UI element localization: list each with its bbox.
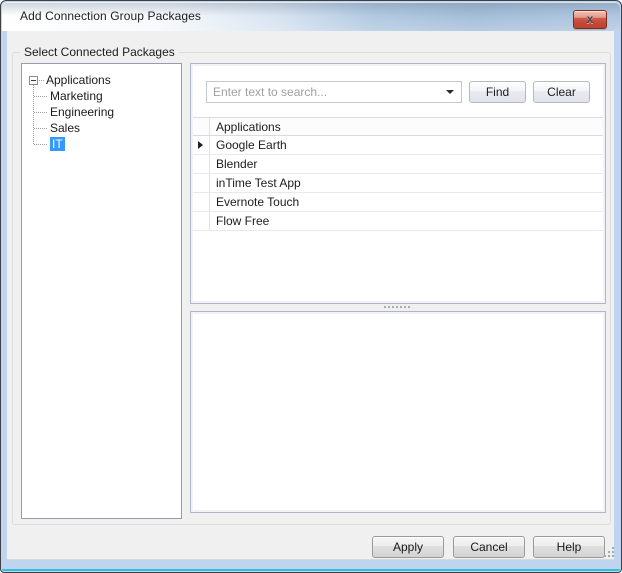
clear-button[interactable]: Clear [533,81,590,103]
tree-node-engineering[interactable]: Engineering [50,104,114,120]
minus-glyph [31,80,36,81]
close-icon: x [586,12,594,26]
package-tree[interactable]: Applications Marketing Engineering Sales… [21,63,182,519]
grid-row-flow-free[interactable]: Flow Free [193,212,603,231]
tree-node-it-selected[interactable]: IT [50,136,65,152]
window-bottom-glow [2,569,620,571]
grid-row-evernote-touch[interactable]: Evernote Touch [193,193,603,212]
help-button[interactable]: Help [533,536,605,558]
chevron-down-icon[interactable] [446,90,454,94]
selected-packages-panel [190,311,606,513]
search-row: Find Clear [191,81,605,103]
grid-row-google-earth[interactable]: Google Earth [193,136,603,155]
grid-row-gutter [193,193,210,211]
splitter-handle[interactable] [190,304,606,311]
grid-row-gutter [193,174,210,192]
tree-node-applications[interactable]: Applications [46,72,111,88]
tree-node-label: Sales [50,121,81,135]
tree-connector-hline [34,96,47,97]
grid-header-gutter [193,118,210,135]
title-bar[interactable]: Add Connection Group Packages x [2,2,620,31]
current-row-arrow-icon [198,141,203,149]
grid-cell[interactable]: inTime Test App [210,174,603,192]
grid-row-blender[interactable]: Blender [193,155,603,174]
applications-grid: Applications Google Earth Blender inTime… [193,117,603,231]
tree-collapse-icon[interactable] [29,76,38,85]
grid-header-row[interactable]: Applications [193,117,603,136]
find-button[interactable]: Find [469,81,526,103]
cancel-button[interactable]: Cancel [453,536,525,558]
splitter-grip-icon [384,306,412,309]
close-button[interactable]: x [573,10,607,29]
grid-row-gutter [193,212,210,230]
grid-header-applications[interactable]: Applications [210,118,603,135]
grid-row-gutter [193,155,210,173]
tree-node-marketing[interactable]: Marketing [50,88,103,104]
grid-cell[interactable]: Blender [210,155,603,173]
tree-node-label: IT [50,137,65,151]
package-list-panel: Find Clear Applications Google Earth Ble… [190,63,606,304]
tree-connector-vline [33,85,34,144]
search-combo[interactable] [206,81,462,103]
tree-connector-hline [34,144,47,145]
tree-node-label: Engineering [50,105,115,119]
apply-button[interactable]: Apply [372,536,444,558]
search-input[interactable] [206,81,462,103]
window-title: Add Connection Group Packages [20,9,202,23]
grid-cell[interactable]: Flow Free [210,212,603,230]
grid-row-intime-test-app[interactable]: inTime Test App [193,174,603,193]
tree-node-label: Applications [46,73,111,87]
grid-row-gutter [193,136,210,154]
tree-node-label: Marketing [50,89,103,103]
resize-grip-icon[interactable] [604,547,606,549]
grid-cell[interactable]: Evernote Touch [210,193,603,211]
dialog-window: Add Connection Group Packages x Select C… [0,0,622,573]
tree-connector-hline [34,112,47,113]
tree-connector-hline [39,80,44,81]
tree-connector-hline [34,128,47,129]
tree-node-sales[interactable]: Sales [50,120,80,136]
groupbox-label: Select Connected Packages [20,45,179,59]
grid-cell[interactable]: Google Earth [210,136,603,154]
